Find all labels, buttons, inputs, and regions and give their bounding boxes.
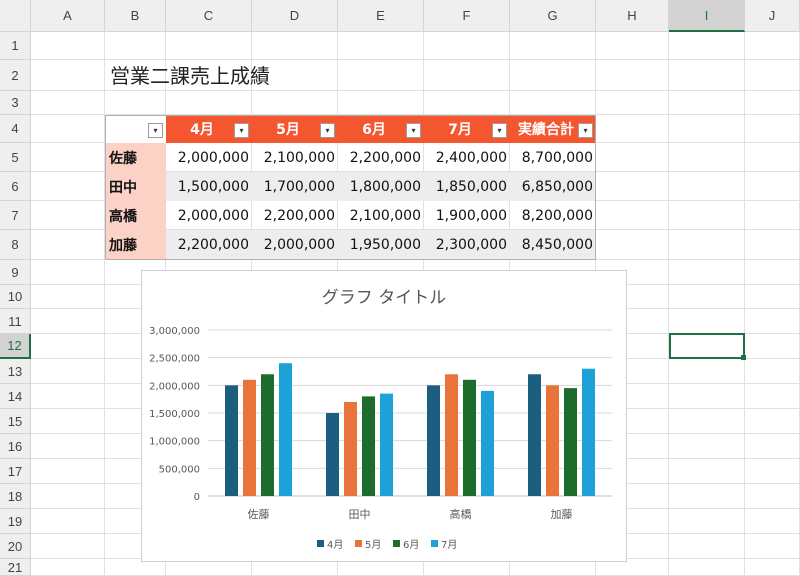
column-header-G[interactable]: G xyxy=(510,0,596,32)
bar-6月-加藤 xyxy=(564,388,577,496)
chart-title: グラフ タイトル xyxy=(322,288,446,308)
fill-handle[interactable] xyxy=(741,355,746,360)
row-header-16[interactable]: 16 xyxy=(0,434,31,459)
y-tick-label: 1,500,000 xyxy=(149,409,200,420)
column-header-I[interactable]: I xyxy=(669,0,745,32)
y-tick-label: 3,000,000 xyxy=(149,326,200,337)
column-header-E[interactable]: E xyxy=(338,0,424,32)
y-tick-label: 1,000,000 xyxy=(149,437,200,448)
select-all-corner[interactable] xyxy=(0,0,31,32)
bar-5月-田中 xyxy=(344,401,357,496)
row-header-4[interactable]: 4 xyxy=(0,115,31,143)
row-header-3[interactable]: 3 xyxy=(0,91,31,115)
bar-6月-田中 xyxy=(362,396,375,496)
bar-5月-佐藤 xyxy=(243,379,256,496)
row-header-15[interactable]: 15 xyxy=(0,409,31,434)
row-header-20[interactable]: 20 xyxy=(0,534,31,559)
x-category-label: 田中 xyxy=(349,508,371,521)
bar-4月-高橋 xyxy=(427,385,440,496)
row-header-21[interactable]: 21 xyxy=(0,559,31,576)
table-border xyxy=(105,115,596,260)
bar-5月-加藤 xyxy=(546,385,559,496)
bar-6月-佐藤 xyxy=(261,374,274,496)
row-header-19[interactable]: 19 xyxy=(0,509,31,534)
y-tick-label: 0 xyxy=(194,492,200,503)
column-header-C[interactable]: C xyxy=(166,0,252,32)
bar-7月-加藤 xyxy=(582,368,595,496)
bar-chart: グラフ タイトル 0 500,000 1,000,000 1,500,000 2,000… xyxy=(149,288,612,551)
row-header-18[interactable]: 18 xyxy=(0,484,31,509)
sheet-title[interactable]: 営業二課売上成績 xyxy=(110,60,270,89)
x-category-label: 佐藤 xyxy=(248,507,270,521)
bar-4月-加藤 xyxy=(528,374,541,496)
row-header-5[interactable]: 5 xyxy=(0,143,31,172)
row-header-10[interactable]: 10 xyxy=(0,285,31,309)
selected-cell-I12[interactable] xyxy=(669,333,745,359)
bar-5月-高橋 xyxy=(445,374,458,496)
y-tick-label: 2,000,000 xyxy=(149,381,200,392)
bar-4月-佐藤 xyxy=(225,385,238,496)
row-header-14[interactable]: 14 xyxy=(0,384,31,409)
legend-label-6月: 6月 xyxy=(403,539,419,551)
row-header-11[interactable]: 11 xyxy=(0,309,31,334)
row-header-6[interactable]: 6 xyxy=(0,172,31,201)
gridline-horizontal xyxy=(31,90,800,91)
legend-label-5月: 5月 xyxy=(365,539,381,551)
bar-7月-高橋 xyxy=(481,390,494,496)
row-header-17[interactable]: 17 xyxy=(0,459,31,484)
row-header-12[interactable]: 12 xyxy=(0,334,31,359)
legend-swatch-5月 xyxy=(355,540,362,547)
column-header-H[interactable]: H xyxy=(596,0,669,32)
column-header-J[interactable]: J xyxy=(745,0,800,32)
row-header-2[interactable]: 2 xyxy=(0,60,31,91)
x-category-label: 高橋 xyxy=(450,507,472,521)
legend-swatch-7月 xyxy=(431,540,438,547)
row-header-7[interactable]: 7 xyxy=(0,201,31,230)
chart-area[interactable]: グラフ タイトル 0 500,000 1,000,000 1,500,000 2,000… xyxy=(141,270,627,562)
column-header-F[interactable]: F xyxy=(424,0,510,32)
row-header-9[interactable]: 9 xyxy=(0,260,31,285)
bar-7月-佐藤 xyxy=(279,363,292,496)
bar-4月-田中 xyxy=(326,413,339,496)
y-tick-label: 500,000 xyxy=(159,464,200,475)
legend-swatch-6月 xyxy=(393,540,400,547)
row-header-13[interactable]: 13 xyxy=(0,359,31,384)
row-header-8[interactable]: 8 xyxy=(0,230,31,260)
bar-7月-田中 xyxy=(380,393,393,496)
legend-label-7月: 7月 xyxy=(441,539,457,551)
bar-6月-高橋 xyxy=(463,379,476,496)
legend-label-4月: 4月 xyxy=(327,539,343,551)
column-header-B[interactable]: B xyxy=(105,0,166,32)
column-header-D[interactable]: D xyxy=(252,0,338,32)
legend-swatch-4月 xyxy=(317,540,324,547)
row-header-1[interactable]: 1 xyxy=(0,32,31,60)
column-header-A[interactable]: A xyxy=(31,0,105,32)
y-tick-label: 2,500,000 xyxy=(149,354,200,365)
x-category-label: 加藤 xyxy=(551,508,573,521)
